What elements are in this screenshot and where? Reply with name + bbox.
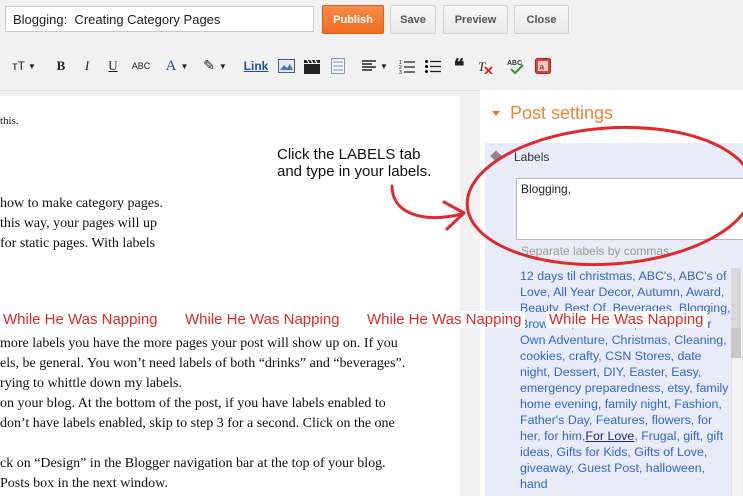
editor-line: ck on “Design” in the Blogger navigation… [0, 456, 386, 471]
spellcheck-icon[interactable]: ABC [507, 56, 525, 76]
labels-heading[interactable]: Labels [514, 150, 549, 164]
numbered-list-icon[interactable]: 123 [398, 56, 416, 76]
editor-line: more labels you have the more pages your… [0, 336, 398, 351]
language-icon[interactable]: a [534, 56, 552, 76]
editor-line: rying to whittle down my labels. [0, 376, 182, 391]
watermark-text: While He Was Napping [364, 311, 525, 328]
text-color-icon[interactable]: A ▼ [163, 56, 191, 76]
close-button[interactable]: Close [514, 5, 569, 34]
svg-text:a: a [540, 63, 545, 72]
image-icon[interactable] [277, 56, 295, 76]
labels-input[interactable]: Blogging, [516, 178, 743, 240]
post-settings-title: Post settings [510, 103, 614, 123]
editor-line: this way, your pages will up [0, 216, 157, 231]
watermark-text: While He Was Napping [0, 311, 161, 328]
watermark-text: While He Was Napping [546, 311, 707, 328]
editor-line: don’t have labels enabled, skip to step … [0, 416, 395, 431]
formatting-toolbar: тT ▼ B I U ABC A ▼ ✎ ▼ Link ▼ 123 ❝ T ABC a [0, 40, 743, 91]
collapse-caret-icon[interactable] [492, 111, 500, 116]
font-size-icon[interactable]: тT ▼ [9, 56, 39, 76]
editor-gutter [460, 96, 480, 496]
quote-icon[interactable]: ❝ [450, 56, 468, 78]
text-color-letter: A [165, 57, 177, 74]
align-icon[interactable]: ▼ [360, 56, 390, 76]
post-title-input[interactable] [5, 6, 314, 32]
editor-line: this. [0, 115, 19, 127]
editor-line: for static pages. With labels [0, 236, 156, 251]
highlight-icon[interactable]: ✎ ▼ [200, 56, 230, 76]
bold-icon[interactable]: B [53, 56, 69, 76]
labels-scroll-thumb[interactable] [731, 268, 741, 328]
underline-icon[interactable]: U [105, 56, 121, 76]
label-suggestion-hover[interactable]: For Love [585, 429, 634, 443]
italic-icon[interactable]: I [79, 56, 95, 76]
save-button[interactable]: Save [390, 5, 436, 34]
labels-scroll-thumb-active[interactable] [731, 328, 741, 358]
bullet-list-icon[interactable] [424, 56, 442, 76]
preview-button[interactable]: Preview [443, 5, 508, 34]
label-suggestions-text[interactable]: 12 days til christmas, ABC's, ABC's of L… [520, 269, 731, 443]
editor-line: on your blog. At the bottom of the post,… [0, 396, 386, 411]
watermark-text: While He Was Napping [182, 311, 343, 328]
svg-text:T: T [478, 59, 486, 74]
svg-text:ABC: ABC [507, 60, 522, 67]
strikethrough-icon[interactable]: ABC [130, 56, 152, 76]
editor-line: els, be general. You won’t need labels o… [0, 356, 406, 371]
editor-line: how to make category pages. [0, 196, 163, 211]
label-suggestions[interactable]: 12 days til christmas, ABC's, ABC's of L… [520, 268, 735, 496]
link-icon[interactable]: Link [242, 56, 270, 76]
top-bar: Publish Save Preview Close [0, 0, 743, 40]
video-icon[interactable] [303, 56, 321, 76]
editor-line: Posts box in the next window. [0, 476, 168, 491]
annotation-callout: Click the LABELS tab and type in your la… [277, 146, 432, 180]
jump-break-icon[interactable] [330, 56, 346, 76]
publish-button[interactable]: Publish [322, 5, 384, 34]
svg-text:3: 3 [399, 70, 402, 74]
labels-hint: Separate labels by commas [521, 244, 670, 258]
clear-format-icon[interactable]: T [476, 56, 494, 76]
